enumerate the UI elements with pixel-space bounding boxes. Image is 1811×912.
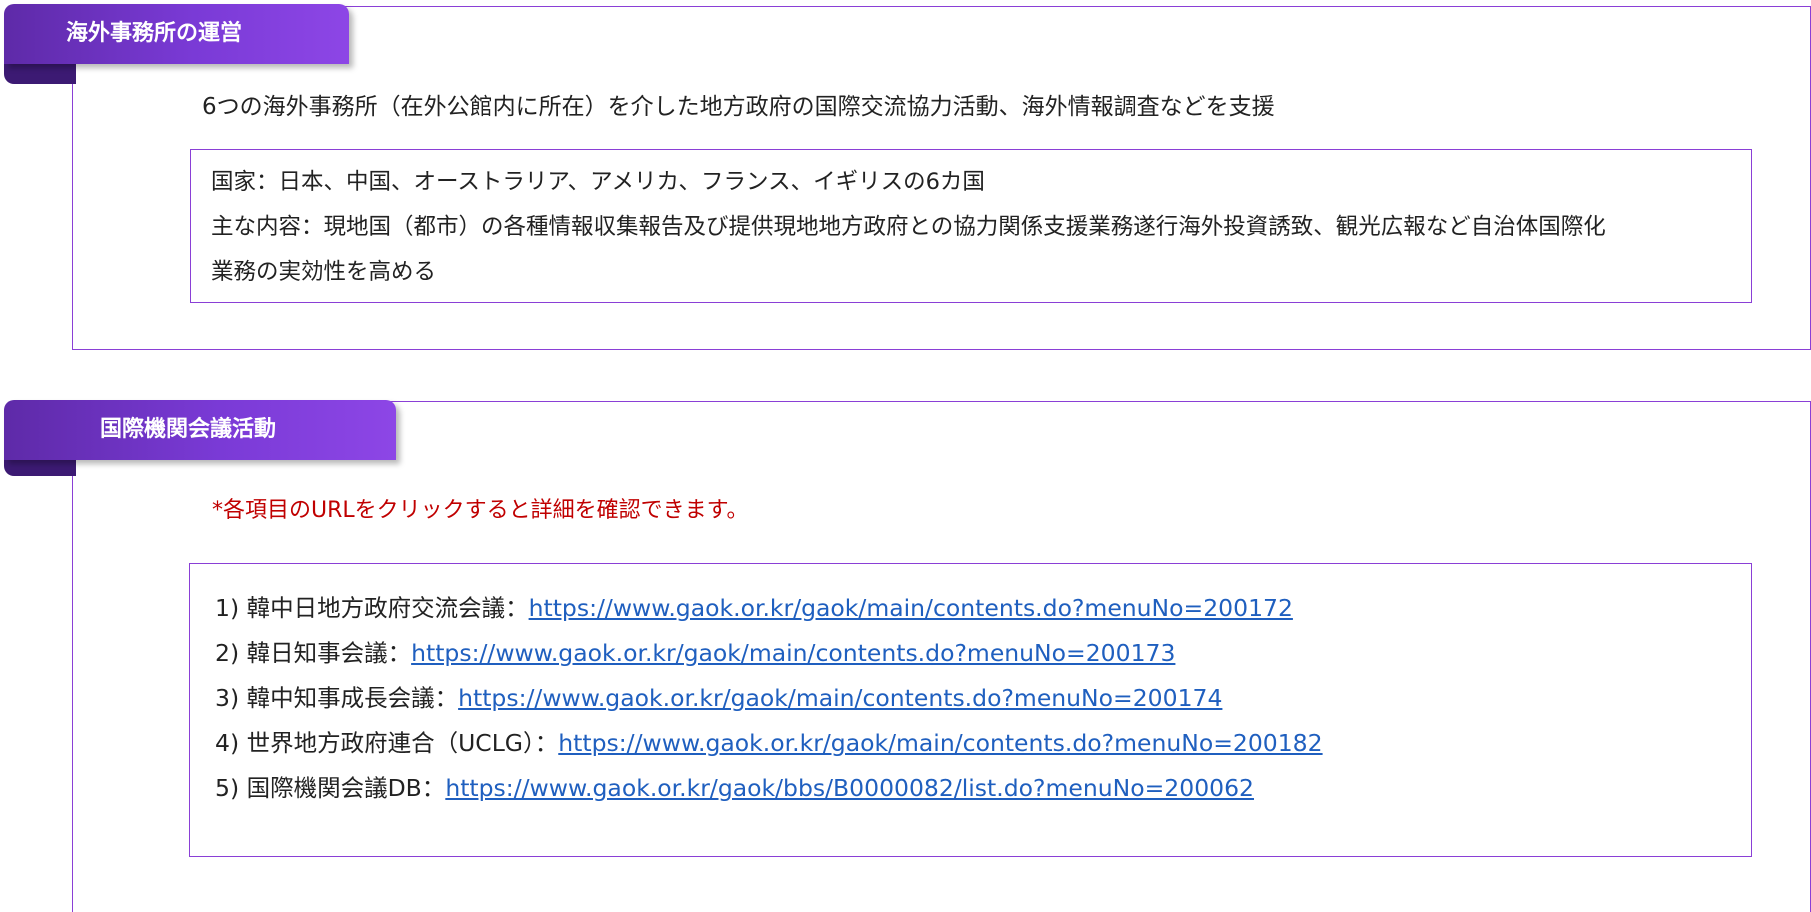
overseas-office-details-box: 国家：日本、中国、オーストラリア、アメリカ、フランス、イギリスの6カ国 主な内容… — [190, 149, 1752, 303]
list-item: 5) 国際機関会議DB：https://www.gaok.or.kr/gaok/… — [215, 773, 1254, 803]
list-item: 3) 韓中知事成長会議：https://www.gaok.or.kr/gaok/… — [215, 683, 1222, 713]
international-conference-tab: 国際機関会議活動 — [4, 400, 396, 476]
section-title: 海外事務所の運営 — [4, 4, 349, 64]
countries-line: 国家：日本、中国、オーストラリア、アメリカ、フランス、イギリスの6カ国 — [211, 169, 985, 195]
item-label: 4) 世界地方政府連合（UCLG）： — [215, 729, 559, 757]
item-link-5[interactable]: https://www.gaok.or.kr/gaok/bbs/B0000082… — [445, 774, 1254, 802]
item-link-2[interactable]: https://www.gaok.or.kr/gaok/main/content… — [411, 639, 1175, 667]
section-title: 国際機関会議活動 — [4, 400, 396, 460]
list-item: 4) 世界地方政府連合（UCLG）：https://www.gaok.or.kr… — [215, 728, 1323, 758]
item-link-3[interactable]: https://www.gaok.or.kr/gaok/main/content… — [458, 684, 1222, 712]
overseas-office-lead: 6つの海外事務所（在外公館内に所在）を介した地方政府の国際交流協力活動、海外情報… — [202, 94, 1275, 120]
item-label: 3) 韓中知事成長会議： — [215, 684, 459, 712]
click-url-note: *各項目のURLをクリックすると詳細を確認できます。 — [212, 498, 749, 523]
list-item: 1) 韓中日地方政府交流会議：https://www.gaok.or.kr/ga… — [215, 593, 1293, 623]
content-line-2: 業務の実効性を高める — [211, 259, 437, 285]
conference-links-box: 1) 韓中日地方政府交流会議：https://www.gaok.or.kr/ga… — [189, 563, 1752, 857]
item-label: 1) 韓中日地方政府交流会議： — [215, 594, 529, 622]
item-label: 2) 韓日知事会議： — [215, 639, 412, 667]
list-item: 2) 韓日知事会議：https://www.gaok.or.kr/gaok/ma… — [215, 638, 1175, 668]
content-line-1: 主な内容：現地国（都市）の各種情報収集報告及び提供現地地方政府との協力関係支援業… — [211, 214, 1606, 240]
overseas-office-tab: 海外事務所の運営 — [4, 4, 349, 84]
item-label: 5) 国際機関会議DB： — [215, 774, 446, 802]
item-link-4[interactable]: https://www.gaok.or.kr/gaok/main/content… — [558, 729, 1322, 757]
item-link-1[interactable]: https://www.gaok.or.kr/gaok/main/content… — [529, 594, 1293, 622]
